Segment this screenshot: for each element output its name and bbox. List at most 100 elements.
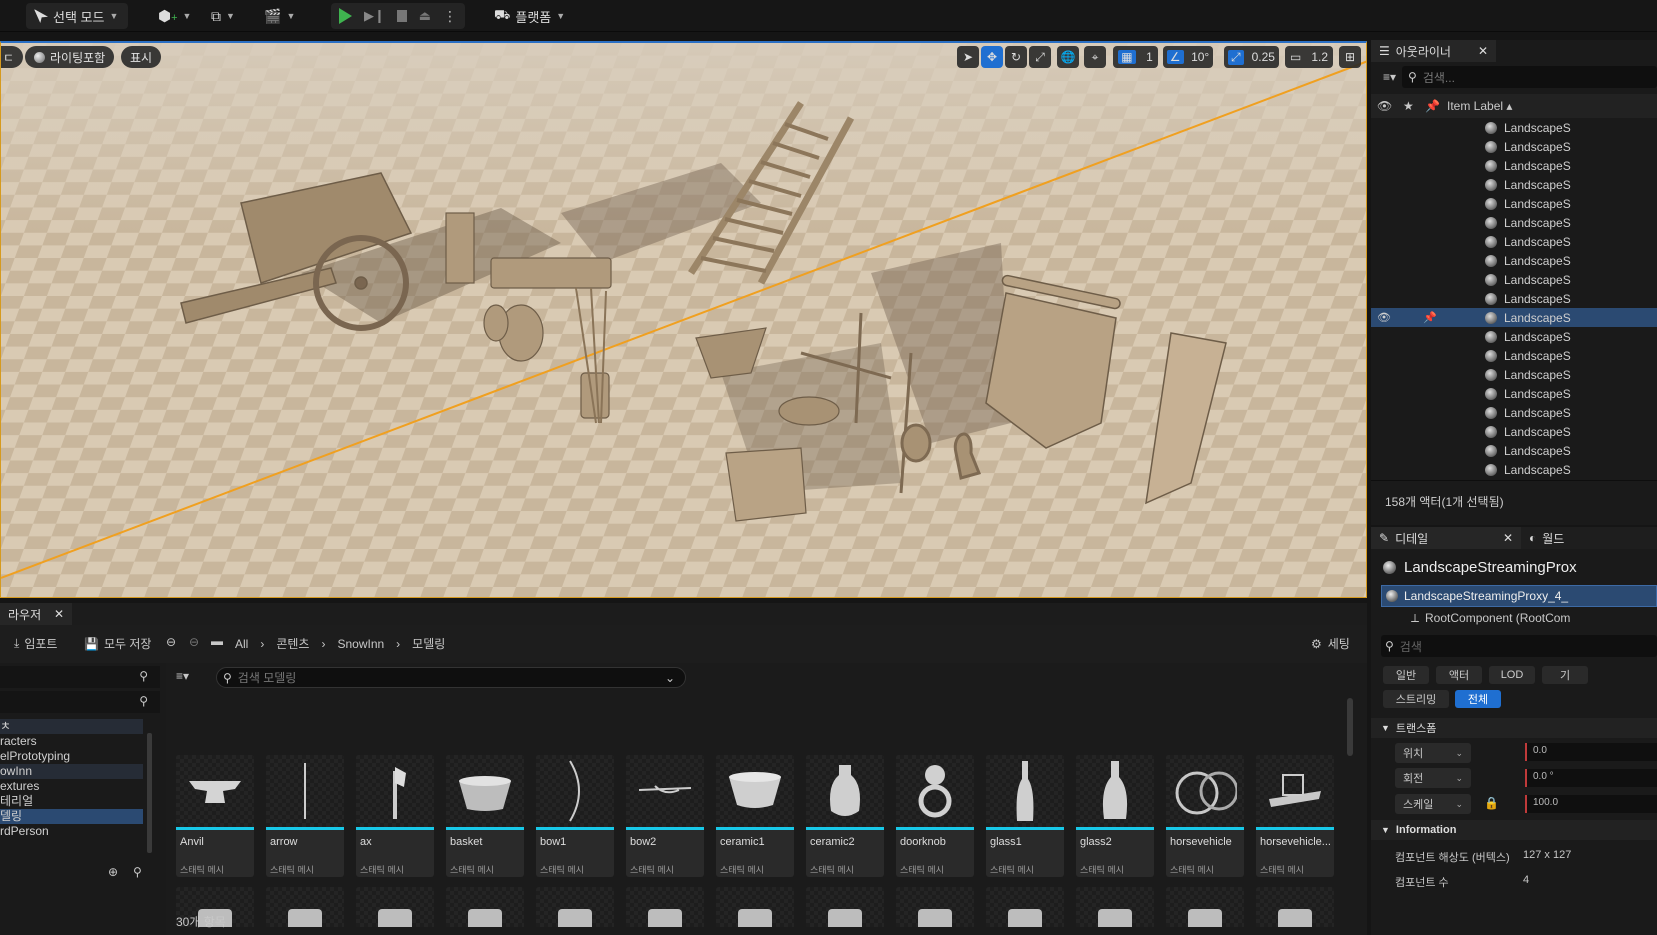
- outliner-row[interactable]: LandscapeS: [1371, 232, 1657, 251]
- filter-streaming[interactable]: 스트리밍: [1383, 690, 1449, 708]
- outliner-row[interactable]: LandscapeS: [1371, 194, 1657, 213]
- select-tool-icon[interactable]: ➤: [957, 46, 979, 68]
- world-tab[interactable]: ◐ 월드: [1521, 527, 1573, 549]
- location-dropdown[interactable]: 위치 ⌄: [1395, 743, 1471, 763]
- pin-icon[interactable]: 📌: [1425, 99, 1440, 113]
- asset-tile[interactable]: horsevehicle... 스태틱 메시: [1256, 755, 1334, 877]
- asset-tile[interactable]: basket 스태틱 메시: [446, 755, 524, 877]
- forward-icon[interactable]: ⊖: [189, 635, 199, 649]
- select-mode-button[interactable]: 선택 모드 ▼: [26, 3, 128, 29]
- asset-tile[interactable]: [626, 887, 704, 927]
- outliner-row[interactable]: LandscapeS: [1371, 251, 1657, 270]
- asset-tile[interactable]: [1076, 887, 1154, 927]
- outliner-row[interactable]: LandscapeS: [1371, 365, 1657, 384]
- outliner-tab[interactable]: ☰ 아웃라이너 ✕: [1371, 40, 1496, 62]
- camera-speed-button[interactable]: ▭ 1.2: [1285, 46, 1333, 68]
- lighting-button[interactable]: 라이팅포함: [25, 46, 115, 68]
- asset-tile[interactable]: ceramic1 스태틱 메시: [716, 755, 794, 877]
- close-icon[interactable]: ✕: [1478, 44, 1488, 58]
- asset-tile[interactable]: [1166, 887, 1244, 927]
- outliner-row[interactable]: LandscapeS: [1371, 327, 1657, 346]
- breadcrumb-content[interactable]: 콘텐츠: [276, 635, 309, 652]
- scale-x-field[interactable]: 100.0: [1525, 795, 1657, 813]
- folder-tree-item[interactable]: 테리얼: [0, 794, 143, 809]
- move-tool-icon[interactable]: ✥: [981, 46, 1003, 68]
- filter-icon[interactable]: ≡▾: [176, 669, 189, 683]
- folder-tree-item[interactable]: owInn: [0, 764, 143, 779]
- filter-actor[interactable]: 액터: [1436, 666, 1482, 684]
- breadcrumb-snowinn[interactable]: SnowInn: [337, 637, 384, 651]
- pin-icon[interactable]: 📌: [1423, 311, 1437, 324]
- outliner-row[interactable]: LandscapeS: [1371, 422, 1657, 441]
- outliner-row[interactable]: LandscapeS: [1371, 213, 1657, 232]
- world-space-icon[interactable]: 🌐: [1057, 46, 1079, 68]
- asset-tile[interactable]: ceramic2 스태틱 메시: [806, 755, 884, 877]
- play-icon[interactable]: [339, 8, 352, 24]
- filter-icon[interactable]: ≡▾: [1383, 70, 1396, 84]
- grid-snap-button[interactable]: ▦ 1: [1113, 46, 1158, 68]
- add-icon[interactable]: ⊕: [108, 865, 118, 879]
- asset-tile[interactable]: [266, 887, 344, 927]
- folder-tree-item[interactable]: elPrototyping: [0, 749, 143, 764]
- details-search-input[interactable]: ⚲ 검색: [1381, 635, 1657, 657]
- outliner-row[interactable]: LandscapeS: [1371, 384, 1657, 403]
- lock-icon[interactable]: 🔒: [1484, 796, 1499, 810]
- information-section[interactable]: ▼ Information: [1371, 820, 1657, 840]
- component-child-row[interactable]: ⟂ RootComponent (RootCom: [1371, 607, 1657, 629]
- asset-scrollbar[interactable]: [1347, 698, 1353, 756]
- folder-tree-item[interactable]: 델링: [0, 809, 143, 824]
- component-root-row[interactable]: LandscapeStreamingProxy_4_: [1381, 585, 1657, 607]
- more-options-icon[interactable]: ⋮: [443, 8, 457, 25]
- viewport-layout-icon[interactable]: ⊞: [1339, 46, 1361, 68]
- surface-snap-icon[interactable]: ⌖: [1084, 46, 1106, 68]
- filter-all[interactable]: 전체: [1455, 690, 1501, 708]
- content-browser-tab[interactable]: 라우저 ✕: [0, 603, 72, 625]
- level-viewport[interactable]: ㄷ 라이팅포함 표시 ➤ ✥ ↻ ⤢ 🌐 ⌖ ▦ 1 ∠ 10° ⤢ 0.25 …: [0, 41, 1367, 598]
- breadcrumb-modeling[interactable]: 모델링: [412, 635, 445, 652]
- outliner-row[interactable]: LandscapeS: [1371, 156, 1657, 175]
- location-x-field[interactable]: 0.0: [1525, 743, 1657, 761]
- eject-icon[interactable]: ⏏: [419, 8, 431, 24]
- cinematics-button[interactable]: 🎬 ▼: [256, 3, 303, 29]
- search-icon[interactable]: ⚲: [133, 865, 142, 879]
- outliner-row[interactable]: LandscapeS: [1371, 270, 1657, 289]
- sources-search-1[interactable]: ⚲: [0, 666, 160, 688]
- add-actor-button[interactable]: ⬢+ ▼: [150, 3, 199, 29]
- asset-tile[interactable]: [356, 887, 434, 927]
- close-icon[interactable]: ✕: [54, 607, 64, 621]
- import-button[interactable]: ⤓ 임포트: [14, 635, 57, 652]
- asset-tile[interactable]: glass2 스태틱 메시: [1076, 755, 1154, 877]
- outliner-row[interactable]: LandscapeS: [1371, 289, 1657, 308]
- asset-tile[interactable]: doorknob 스태틱 메시: [896, 755, 974, 877]
- outliner-row[interactable]: LandscapeS: [1371, 137, 1657, 156]
- folder-tree-item[interactable]: extures: [0, 779, 143, 794]
- transform-section[interactable]: ▼ 트랜스폼: [1371, 718, 1657, 738]
- scale-tool-icon[interactable]: ⤢: [1029, 46, 1051, 68]
- scale-dropdown[interactable]: 스케일 ⌄: [1395, 794, 1471, 814]
- rotation-dropdown[interactable]: 회전 ⌄: [1395, 768, 1471, 788]
- folder-tree-item[interactable]: racters: [0, 734, 143, 749]
- outliner-row[interactable]: LandscapeS: [1371, 403, 1657, 422]
- asset-tile[interactable]: [446, 887, 524, 927]
- folder-tree-item[interactable]: rdPerson: [0, 824, 143, 839]
- blueprint-button[interactable]: ⧉ ▼: [203, 3, 243, 29]
- asset-tile[interactable]: ax 스태틱 메시: [356, 755, 434, 877]
- asset-tile[interactable]: bow1 스태틱 메시: [536, 755, 614, 877]
- rotation-snap-button[interactable]: ∠ 10°: [1163, 46, 1213, 68]
- outliner-search-input[interactable]: ⚲ 검색...: [1402, 66, 1657, 88]
- visibility-icon[interactable]: 👁: [1377, 311, 1391, 324]
- filter-other[interactable]: 기: [1542, 666, 1588, 684]
- filter-lod[interactable]: LOD: [1489, 666, 1535, 684]
- star-icon[interactable]: ★: [1403, 99, 1414, 113]
- show-button[interactable]: 표시: [121, 46, 162, 68]
- asset-tile[interactable]: horsevehicle 스태틱 메시: [1166, 755, 1244, 877]
- outliner-row[interactable]: LandscapeS: [1371, 479, 1657, 480]
- outliner-row[interactable]: LandscapeS: [1371, 441, 1657, 460]
- asset-tile[interactable]: glass1 스태틱 메시: [986, 755, 1064, 877]
- asset-tile[interactable]: bow2 스태틱 메시: [626, 755, 704, 877]
- stop-icon[interactable]: [396, 10, 407, 22]
- outliner-row[interactable]: LandscapeS: [1371, 118, 1657, 137]
- filter-general[interactable]: 일반: [1383, 666, 1429, 684]
- asset-tile[interactable]: [896, 887, 974, 927]
- asset-tile[interactable]: Anvil 스태틱 메시: [176, 755, 254, 877]
